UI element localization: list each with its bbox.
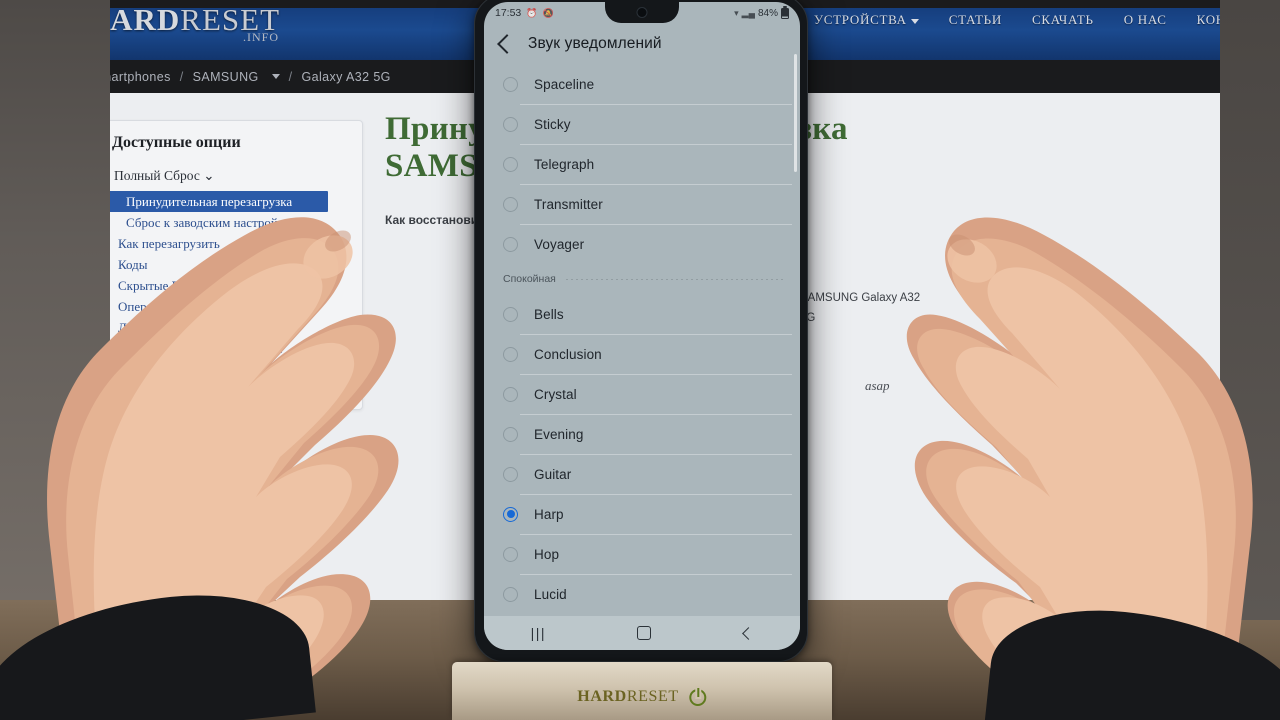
section-divider [565, 278, 786, 280]
list-item-sticky[interactable]: Sticky [484, 104, 800, 144]
list-item-conclusion[interactable]: Conclusion [484, 334, 800, 374]
left-backdrop [0, 0, 110, 600]
sidebar-item-hidden-modes[interactable]: Скрытые Режимы [96, 275, 362, 296]
site-nav: УСТРОЙСТВА СТАТЬИ СКАЧАТЬ О НАС КОНТАКТ [814, 12, 1262, 28]
breadcrumb-sep-2: / [288, 69, 293, 84]
stand-logo-light: RESET [626, 688, 679, 705]
radio-button[interactable] [503, 586, 518, 602]
android-nav-bar: ||| [484, 616, 800, 650]
radio-button[interactable] [503, 156, 518, 172]
list-item-label: Conclusion [534, 346, 602, 362]
list-item-spaceline[interactable]: Spaceline [484, 64, 800, 104]
back-button-icon[interactable] [742, 626, 756, 640]
nav-item-about[interactable]: О НАС [1124, 12, 1167, 28]
right-backdrop [1220, 0, 1280, 620]
radio-button[interactable] [503, 386, 518, 402]
list-item-transmitter[interactable]: Transmitter [484, 184, 800, 224]
list-item-label: Telegraph [534, 156, 595, 172]
list-item-label: Spaceline [534, 76, 595, 92]
page-subtext-secondary: SAMSUNG Galaxy A32 5G [800, 292, 921, 324]
radio-button[interactable] [503, 466, 518, 482]
signal-icon: ▂▄ [741, 7, 755, 18]
wifi-icon: ▾ [734, 7, 739, 18]
list-item-label: Transmitter [534, 196, 603, 212]
nav-item-download[interactable]: СКАЧАТЬ [1032, 12, 1094, 28]
breadcrumb-sep-1: / [179, 69, 184, 84]
radio-button[interactable] [503, 196, 518, 212]
list-item-lucid[interactable]: Lucid [484, 574, 800, 614]
list-item-crystal[interactable]: Crystal [484, 374, 800, 414]
phone-stand: HARDRESET [452, 662, 832, 720]
radio-button[interactable] [503, 76, 518, 92]
list-item-label: Hop [534, 546, 560, 562]
sidebar: Доступные опции Полный Сброс ⌄ Принудите… [95, 120, 363, 410]
sidebar-item-how-to-restart[interactable]: Как перезагрузить [96, 233, 362, 254]
list-item-label: Crystal [534, 386, 577, 402]
nav-item-devices[interactable]: УСТРОЙСТВА [814, 12, 919, 28]
chevron-down-icon [910, 18, 919, 24]
section-header-label: Спокойная [503, 273, 556, 285]
scene: HARDRESET .INFO УСТРОЙСТВА СТАТЬИ СКАЧАТ… [0, 0, 1280, 720]
radio-button[interactable] [503, 116, 518, 132]
app-bar: Звук уведомлений [484, 24, 800, 64]
radio-button[interactable] [503, 346, 518, 362]
list-item-telegraph[interactable]: Telegraph [484, 144, 800, 184]
sidebar-title: Доступные опции [112, 134, 241, 151]
list-item-bells[interactable]: Bells [484, 294, 800, 334]
sidebar-item-codes[interactable]: Коды [96, 254, 362, 275]
sidebar-item-best-apps[interactable]: Лучшие Приложения [96, 317, 362, 338]
radio-button[interactable] [503, 236, 518, 252]
radio-button-selected[interactable] [503, 506, 518, 522]
list-item-hop[interactable]: Hop [484, 534, 800, 574]
list-item-label: Guitar [534, 466, 572, 482]
radio-button[interactable] [503, 546, 518, 562]
sidebar-item-os[interactable]: Операционная Система [96, 296, 362, 317]
phone-screen[interactable]: 17:53 ⏰ 🔕 ▾ ▂▄ 84% Звук уведомлений Spac… [484, 2, 800, 650]
sidebar-list: Принудительная перезагрузка Сброс к заво… [96, 191, 362, 359]
breadcrumb-device[interactable]: Galaxy A32 5G [302, 70, 391, 84]
phone-device: 17:53 ⏰ 🔕 ▾ ▂▄ 84% Звук уведомлений Spac… [474, 0, 808, 662]
sidebar-item-force-restart[interactable]: Принудительная перезагрузка [96, 191, 328, 212]
stand-branding: HARDRESET [577, 688, 707, 706]
camera-notch [605, 2, 679, 23]
section-header-calm: Спокойная [484, 264, 800, 294]
page-scribble: asap [865, 378, 890, 393]
battery-percent: 84% [757, 7, 778, 19]
list-item-label: Evening [534, 426, 584, 442]
logo-suffix: .INFO [243, 30, 280, 44]
mute-icon: 🔕 [542, 7, 554, 18]
breadcrumb: Smartphones / SAMSUNG / Galaxy A32 5G [92, 70, 391, 84]
sidebar-group-full-reset[interactable]: Полный Сброс ⌄ [114, 168, 362, 184]
list-item-label: Sticky [534, 116, 571, 132]
list-item-voyager[interactable]: Voyager [484, 224, 800, 264]
list-item-evening[interactable]: Evening [484, 414, 800, 454]
list-item-harp[interactable]: Harp [484, 494, 800, 534]
chevron-down-icon: ⌄ [203, 168, 215, 183]
stand-logo-bold: HARD [577, 688, 627, 705]
alarm-icon: ⏰ [526, 7, 538, 18]
radio-button[interactable] [503, 306, 518, 322]
nav-item-articles[interactable]: СТАТЬИ [949, 12, 1002, 28]
sound-list[interactable]: Spaceline Sticky Telegraph Transmitter V… [484, 64, 800, 616]
list-item-label: Lucid [534, 586, 567, 602]
list-item-guitar[interactable]: Guitar [484, 454, 800, 494]
power-icon [689, 688, 707, 706]
list-item-label: Bells [534, 306, 564, 322]
radio-button[interactable] [503, 426, 518, 442]
breadcrumb-chevron-down-icon[interactable] [271, 74, 280, 79]
breadcrumb-samsung[interactable]: SAMSUNG [193, 70, 259, 84]
list-item-label: Harp [534, 506, 564, 522]
battery-icon [781, 7, 789, 19]
scrollbar-thumb[interactable] [794, 54, 797, 172]
home-button-icon[interactable] [636, 626, 651, 640]
back-arrow-icon[interactable] [497, 34, 517, 54]
app-bar-title: Звук уведомлений [528, 35, 662, 52]
status-time: 17:53 [495, 7, 522, 19]
sidebar-item-factory-reset[interactable]: Сброс к заводским настройкам [96, 212, 362, 233]
recents-button-icon[interactable]: ||| [531, 626, 545, 640]
list-item-label: Voyager [534, 236, 585, 252]
sidebar-item-specs[interactable]: Технические Характеристики [96, 338, 362, 359]
